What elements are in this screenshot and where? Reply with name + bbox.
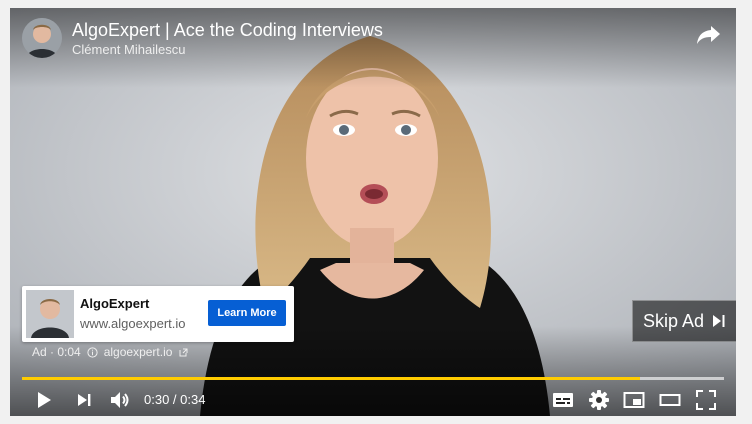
- channel-avatar[interactable]: [22, 18, 62, 58]
- share-icon: [697, 26, 720, 44]
- duration: 0:34: [180, 392, 206, 407]
- progress-bar[interactable]: [22, 377, 724, 380]
- ad-thumbnail: [26, 290, 74, 338]
- play-icon: [38, 392, 51, 408]
- learn-more-button[interactable]: Learn More: [208, 300, 286, 326]
- ad-domain-link[interactable]: algoexpert.io: [104, 345, 173, 359]
- play-button[interactable]: [32, 388, 56, 412]
- time-display: 0:30 / 0:34: [144, 392, 205, 407]
- next-button[interactable]: [72, 388, 96, 412]
- settings-button[interactable]: [587, 388, 611, 412]
- ad-thumbnail-image: [26, 290, 74, 338]
- subtitles-button[interactable]: [551, 388, 575, 412]
- fullscreen-icon: [696, 390, 716, 410]
- video-player[interactable]: AlgoExpert | Ace the Coding Interviews C…: [10, 8, 736, 416]
- theater-mode-button[interactable]: [658, 388, 682, 412]
- subtitles-icon: [553, 393, 573, 407]
- skip-ad-label: Skip Ad: [642, 310, 705, 331]
- ad-advertiser-name: AlgoExpert: [80, 296, 150, 311]
- fullscreen-button[interactable]: [694, 388, 718, 412]
- skip-next-icon: [713, 315, 725, 327]
- ad-card[interactable]: AlgoExpert www.algoexpert.io Learn More: [22, 286, 294, 342]
- theater-icon: [659, 394, 681, 406]
- ad-meta: Ad · 0:04 algoexpert.io: [32, 345, 189, 359]
- volume-icon: [111, 392, 129, 408]
- progress-played: [22, 377, 640, 380]
- video-title[interactable]: AlgoExpert | Ace the Coding Interviews: [72, 20, 383, 41]
- skip-ad-button[interactable]: Skip Ad: [632, 300, 736, 342]
- mute-button[interactable]: [108, 388, 132, 412]
- time-separator: /: [169, 392, 181, 407]
- control-bar: 0:30 / 0:34: [10, 384, 736, 416]
- ad-url: www.algoexpert.io: [80, 316, 186, 331]
- miniplayer-icon: [623, 392, 645, 408]
- external-link-icon: [179, 348, 188, 356]
- share-button[interactable]: [696, 22, 722, 46]
- current-time: 0:30: [144, 392, 170, 407]
- avatar-image: [22, 18, 62, 58]
- channel-name[interactable]: Clément Mihailescu: [72, 42, 185, 57]
- miniplayer-button[interactable]: [622, 388, 646, 412]
- info-icon[interactable]: [87, 346, 98, 358]
- ad-label: Ad · 0:04: [32, 345, 81, 359]
- next-icon: [78, 394, 91, 406]
- settings-icon: [589, 390, 609, 410]
